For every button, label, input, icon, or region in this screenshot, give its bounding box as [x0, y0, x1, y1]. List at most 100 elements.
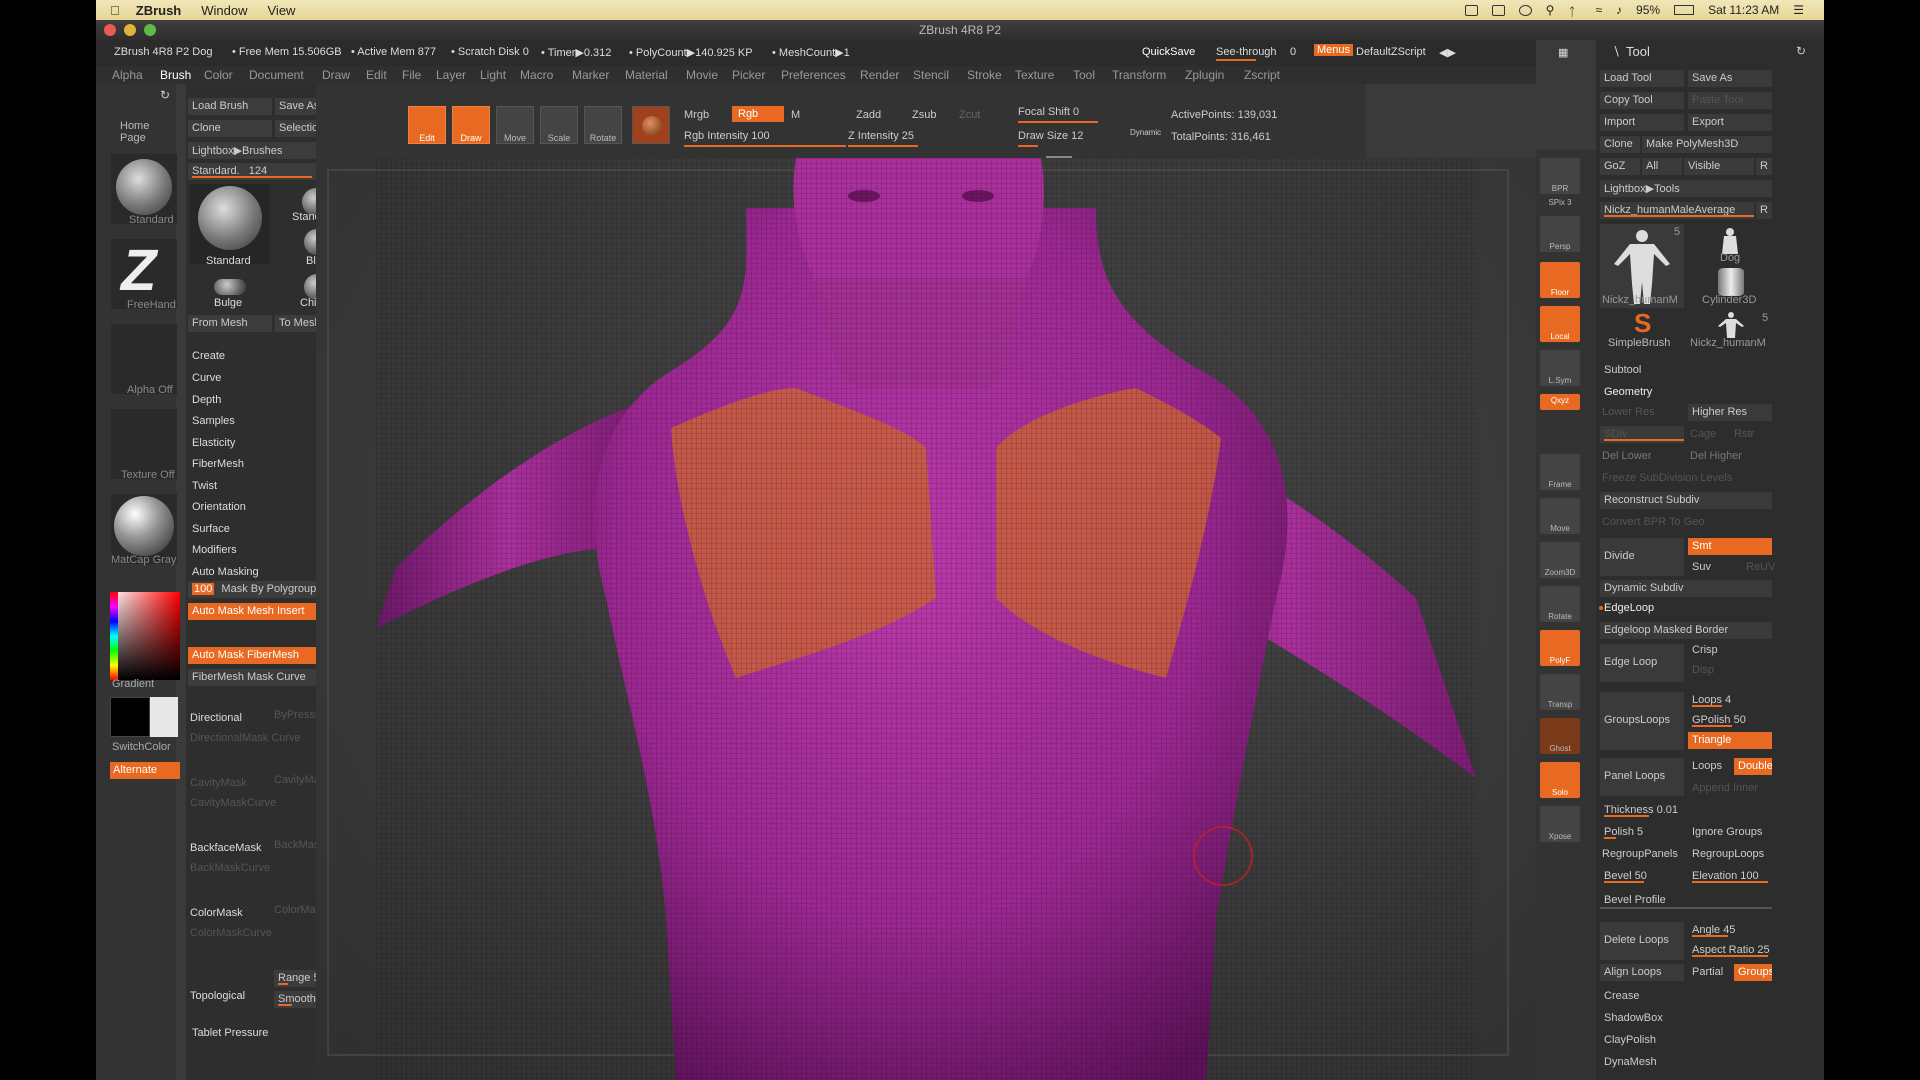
regroup-loops-toggle[interactable]: RegroupLoops — [1692, 848, 1764, 860]
goz-button[interactable]: GoZ — [1600, 158, 1640, 175]
section-auto-masking[interactable]: Auto Masking — [192, 566, 259, 578]
lsym-button[interactable]: L.Sym — [1540, 350, 1580, 386]
material-swatch[interactable] — [632, 106, 670, 144]
rotate-view-button[interactable]: Rotate — [1540, 586, 1580, 622]
section-create[interactable]: Create — [192, 350, 225, 362]
loops4-slider[interactable]: Loops 4 — [1688, 692, 1772, 709]
persp-button[interactable]: Persp — [1540, 216, 1580, 252]
geometry-section[interactable]: Geometry — [1604, 386, 1652, 398]
alternate-button[interactable]: Alternate — [110, 762, 180, 779]
loops-slider[interactable]: Loops — [1692, 760, 1722, 772]
cage-button[interactable]: Cage — [1690, 428, 1716, 440]
frame-button[interactable]: Frame — [1540, 454, 1580, 490]
goz-all-button[interactable]: All — [1642, 158, 1682, 175]
goz-r-button[interactable]: R — [1756, 158, 1772, 175]
alpha-thumbnail[interactable]: Alpha Off — [111, 324, 177, 396]
divide-button[interactable]: Divide — [1600, 538, 1684, 576]
menu-document[interactable]: Document — [249, 68, 304, 82]
move-button[interactable]: Move — [496, 106, 534, 144]
section-elasticity[interactable]: Elasticity — [192, 437, 235, 449]
delete-loops-button[interactable]: Delete Loops — [1600, 922, 1684, 960]
zadd-button[interactable]: Zadd — [856, 109, 881, 121]
crisp-toggle[interactable]: Crisp — [1692, 644, 1718, 656]
menus-button[interactable]: Menus — [1314, 44, 1354, 56]
menu-color[interactable]: Color — [204, 68, 233, 82]
timemachine-icon[interactable] — [1518, 4, 1532, 16]
panel-loops-button[interactable]: Panel Loops — [1600, 758, 1684, 796]
backmask-curve[interactable]: BackMaskCurve — [190, 862, 270, 874]
colormask-button[interactable]: ColorMask — [190, 907, 243, 919]
polyf-button[interactable]: PolyF — [1540, 630, 1580, 666]
goz-visible-button[interactable]: Visible — [1684, 158, 1754, 175]
shadowbox-section[interactable]: ShadowBox — [1604, 1012, 1663, 1024]
load-tool-button[interactable]: Load Tool — [1600, 70, 1684, 87]
clone-brush-button[interactable]: Clone — [188, 120, 272, 137]
smt-toggle[interactable]: Smt — [1688, 538, 1772, 555]
battery-percent[interactable]: 95% — [1636, 3, 1660, 17]
freeze-subdiv-button[interactable]: Freeze SubDivision Levels — [1602, 472, 1732, 484]
local-button[interactable]: Local — [1540, 306, 1580, 342]
draw-button[interactable]: Draw — [452, 106, 490, 144]
menu-list-icon[interactable]: ☰ — [1793, 3, 1804, 17]
tool-thumb-simplebrush[interactable]: S — [1634, 310, 1660, 336]
thickness-slider[interactable]: Thickness 0.01 — [1600, 802, 1772, 819]
rgb-intensity-slider[interactable]: Rgb Intensity 100 — [684, 130, 770, 142]
wifi-icon[interactable]: ≈ — [1595, 3, 1602, 17]
menu-zplugin[interactable]: Zplugin — [1185, 68, 1224, 82]
color-picker[interactable] — [110, 592, 180, 680]
rgb-button[interactable]: Rgb — [732, 106, 784, 122]
disp-slider[interactable]: Disp — [1692, 664, 1714, 676]
clock[interactable]: Sat 11:23 AM — [1708, 3, 1779, 17]
zcut-button[interactable]: Zcut — [959, 109, 980, 121]
menu-alpha[interactable]: Alpha — [112, 68, 143, 82]
viewport-canvas[interactable] — [316, 158, 1626, 1080]
zoom3d-button[interactable]: Zoom3D — [1540, 542, 1580, 578]
edit-button[interactable]: Edit — [408, 106, 446, 144]
m-button[interactable]: M — [791, 109, 800, 121]
spix-button[interactable]: SPix 3 — [1540, 196, 1580, 212]
menu-marker[interactable]: Marker — [572, 68, 609, 82]
make-polymesh-button[interactable]: Make PolyMesh3D — [1642, 136, 1772, 153]
regroup-panels-toggle[interactable]: RegroupPanels — [1602, 848, 1678, 860]
matcap-thumbnail[interactable]: MatCap Gray — [111, 494, 177, 566]
menu-file[interactable]: File — [402, 68, 421, 82]
primary-color-swatch[interactable] — [110, 697, 150, 737]
secondary-color-swatch[interactable] — [150, 697, 178, 737]
seethrough-label[interactable]: See-through — [1216, 46, 1277, 58]
menu-window[interactable]: Window — [201, 3, 247, 18]
export-button[interactable]: Export — [1688, 114, 1772, 131]
convert-bpr-button[interactable]: Convert BPR To Geo — [1602, 516, 1705, 528]
menu-stencil[interactable]: Stencil — [913, 68, 949, 82]
brush-big-thumb[interactable] — [190, 184, 270, 264]
import-button[interactable]: Import — [1600, 114, 1684, 131]
directional-mask-curve[interactable]: DirectionalMask Curve — [190, 732, 301, 744]
mrgb-button[interactable]: Mrgb — [684, 109, 709, 121]
section-depth[interactable]: Depth — [192, 394, 221, 406]
section-tablet-pressure[interactable]: Tablet Pressure — [192, 1027, 268, 1039]
cavitymask-button[interactable]: CavityMask — [190, 777, 247, 789]
polish-slider[interactable]: Polish 5 — [1600, 824, 1684, 841]
lightbox-tools-button[interactable]: Lightbox▶Tools — [1600, 180, 1772, 197]
crease-section[interactable]: Crease — [1604, 990, 1639, 1002]
current-tool-r-button[interactable]: R — [1756, 202, 1772, 219]
section-orientation[interactable]: Orientation — [192, 501, 246, 513]
menu-macro[interactable]: Macro — [520, 68, 553, 82]
cavitymask-curve[interactable]: CavityMaskCurve — [190, 797, 276, 809]
rstr-button[interactable]: Rstr — [1734, 428, 1754, 440]
move-view-button[interactable]: Move — [1540, 498, 1580, 534]
suv-toggle[interactable]: Suv — [1692, 561, 1711, 573]
reconstruct-subdiv-button[interactable]: Reconstruct Subdiv — [1600, 492, 1772, 509]
home-page-button[interactable]: Home Page — [120, 120, 176, 144]
arrows-icon[interactable]: ◀▶ — [1439, 46, 1456, 59]
lock-icon[interactable]: ▦ — [1558, 46, 1568, 59]
bpr-button[interactable]: BPR — [1540, 158, 1580, 194]
subtool-section[interactable]: Subtool — [1604, 364, 1641, 376]
append-inner-toggle[interactable]: Append Inner — [1692, 782, 1758, 794]
texture-thumbnail[interactable]: Texture Off — [111, 409, 177, 481]
section-twist[interactable]: Twist — [192, 480, 217, 492]
menu-texture[interactable]: Texture — [1015, 68, 1054, 82]
tool-thumb-nickz2[interactable] — [1716, 310, 1746, 338]
menu-stroke[interactable]: Stroke — [967, 68, 1002, 82]
section-modifiers[interactable]: Modifiers — [192, 544, 237, 556]
display-icon[interactable] — [1491, 4, 1505, 16]
